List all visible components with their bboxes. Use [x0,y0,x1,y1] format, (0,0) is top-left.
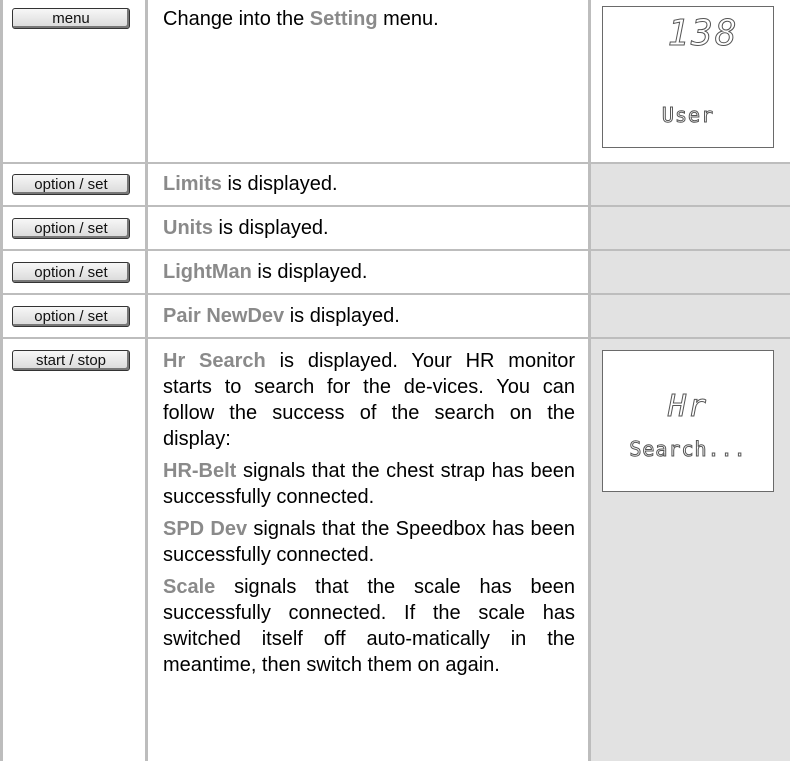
row-divider [0,249,790,251]
row-divider [0,293,790,295]
keyword-lightman: LightMan [163,261,252,283]
option-set-button[interactable]: option / set [12,306,130,327]
text-prefix: Change into the [163,8,310,30]
step-text-lightman: LightMan is displayed. [163,259,575,285]
keyword-hr-search: Hr Search [163,350,266,372]
lcd-line-number: 138 [667,13,739,55]
start-stop-button[interactable]: start / stop [12,350,130,371]
display-column-bg-row3 [590,207,790,249]
keyword-limits: Limits [163,173,222,195]
keyword-setting: Setting [309,8,378,30]
step-text-pair-newdev: Pair NewDev is displayed. [163,303,575,329]
keyword-scale: Scale [163,576,216,598]
keyword-pair-newdev: Pair NewDev [163,305,285,327]
option-set-button[interactable]: option / set [12,262,130,283]
lcd-line-hr: Hr [667,389,709,425]
keyword-spd-dev: SPD Dev [163,518,248,540]
step-text-units: Units is displayed. [163,215,575,241]
instruction-table: menu Change into the Setting menu. 138 U… [0,0,790,761]
text-suffix: is displayed. [221,173,338,195]
step-text-hr-search: Hr Search is displayed. Your HR monitor … [163,348,575,678]
column-divider-left [0,0,3,761]
lcd-line-search: Search... [629,437,747,462]
lcd-display-hr-search: Hr Search... [602,350,774,492]
step-text-setting: Change into the Setting menu. [163,6,575,32]
column-divider-display [588,0,591,761]
option-set-button[interactable]: option / set [12,174,130,195]
option-set-button[interactable]: option / set [12,218,130,239]
row-divider [0,337,790,339]
text-suffix: menu. [377,8,439,30]
row-divider [0,162,790,164]
display-column-bg-row2 [590,164,790,205]
text-suffix: is displayed. [213,217,329,239]
lcd-display-user: 138 User [602,6,774,148]
keyword-hr-belt: HR-Belt [163,460,237,482]
display-column-bg-row5 [590,295,790,337]
text-suffix: is displayed. [284,305,400,327]
keyword-units: Units [163,217,213,239]
lcd-line-user: User [661,103,715,128]
menu-button[interactable]: menu [12,8,130,29]
paragraph-text: signals that the scale has been successf… [163,576,575,676]
display-column-bg-row4 [590,251,790,293]
row-divider [0,205,790,207]
column-divider-buttons [145,0,148,761]
text-suffix: is displayed. [251,261,368,283]
step-text-limits: Limits is displayed. [163,171,575,197]
